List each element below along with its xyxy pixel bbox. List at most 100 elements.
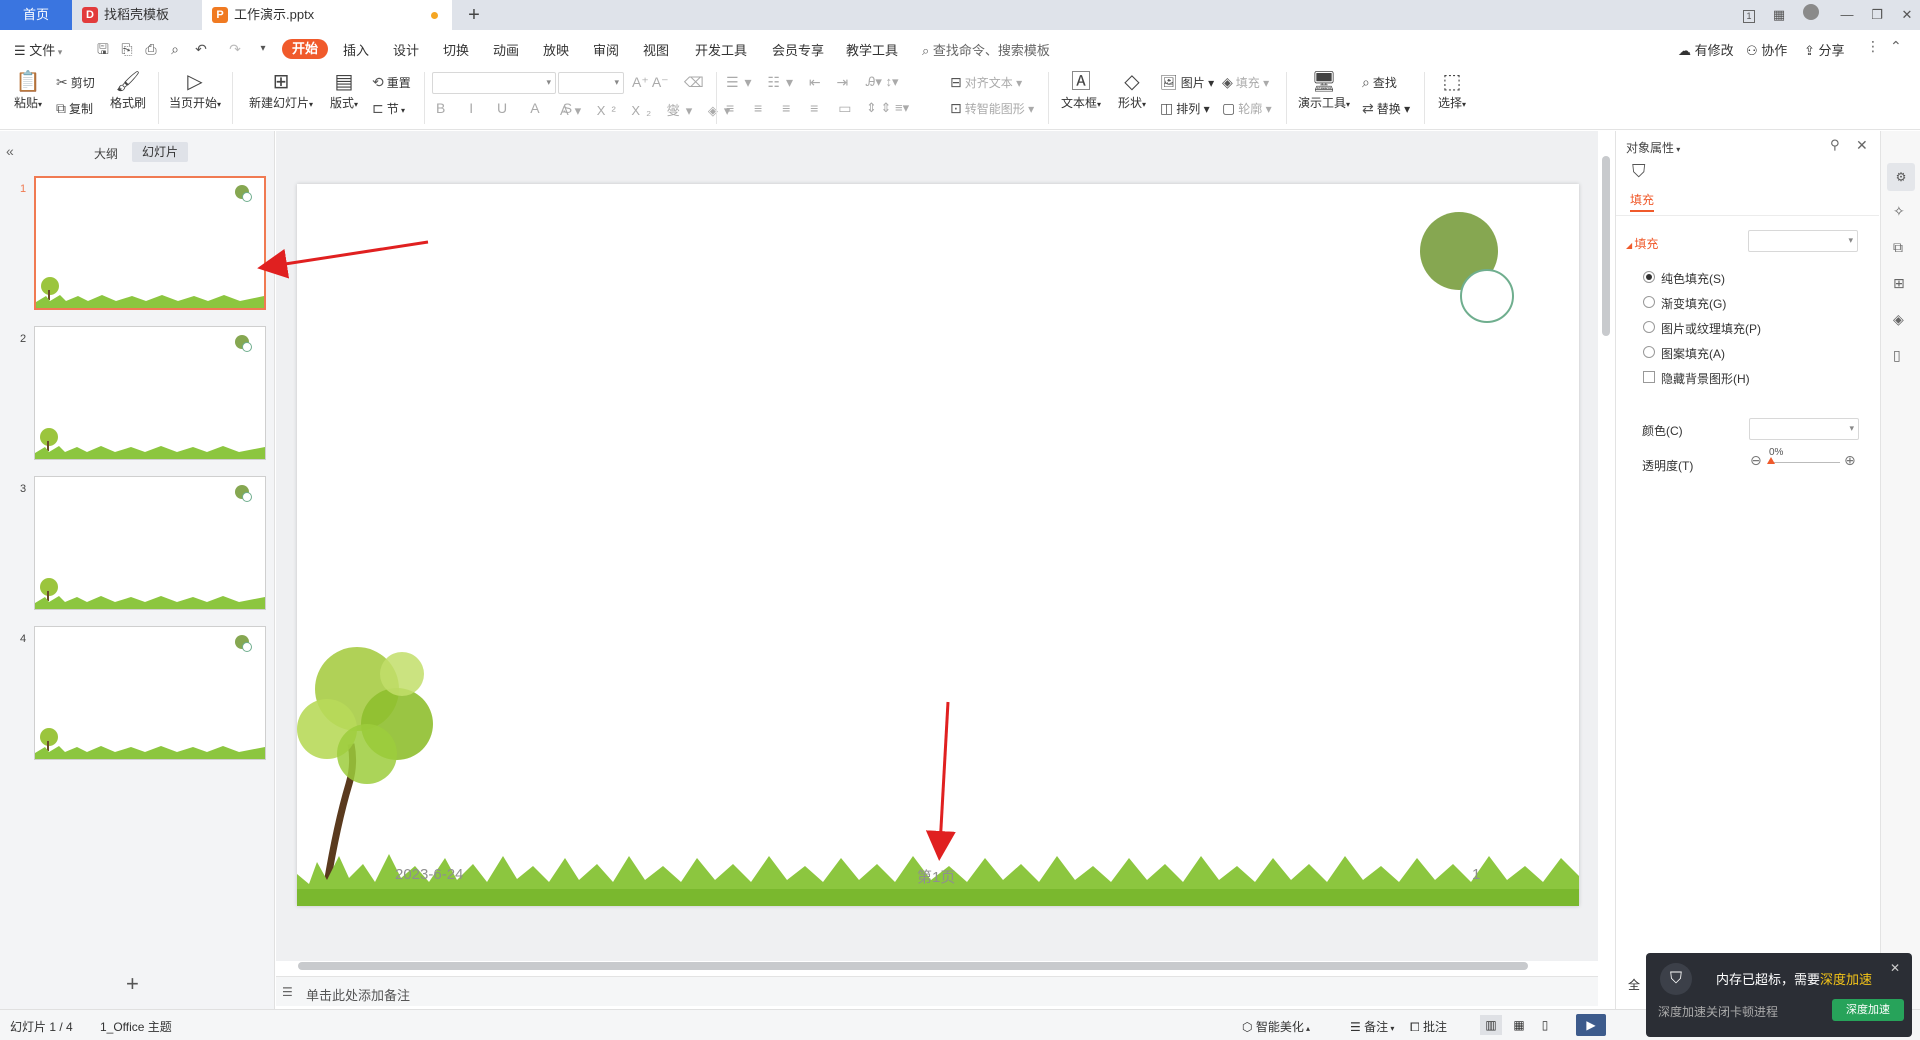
customize-quick-access-icon[interactable]: ▾ — [254, 40, 272, 58]
fill-button[interactable]: ◈ 填充 ▾ — [1222, 74, 1269, 91]
notes-bar[interactable]: ☰ 单击此处添加备注 — [276, 976, 1598, 1006]
smart-shape-button[interactable]: ⊡ 转智能图形 ▾ — [950, 100, 1034, 117]
undo-icon[interactable]: ↶ — [192, 40, 210, 58]
tab-transition[interactable]: 切换 — [443, 40, 469, 59]
tab-teaching-tools[interactable]: 教学工具 — [846, 40, 898, 59]
pattern-fill-label[interactable]: 图案填充(A) — [1661, 345, 1725, 362]
play-slideshow-button[interactable]: ▶ — [1576, 1014, 1606, 1036]
comments-button[interactable]: ⧠ 批注 — [1410, 1018, 1447, 1035]
present-tools-button[interactable]: 🖥 演示工具▾ — [1294, 70, 1354, 111]
deep-accelerate-button[interactable]: 深度加速 — [1832, 999, 1904, 1021]
redo-icon[interactable]: ↷ — [226, 40, 244, 58]
hide-background-label[interactable]: 隐藏背景图形(H) — [1661, 370, 1750, 387]
book-icon[interactable]: ▯ — [1893, 347, 1901, 364]
solid-fill-radio[interactable] — [1643, 271, 1655, 283]
grid-view-icon[interactable]: ▦ — [1768, 4, 1790, 26]
share-button[interactable]: ⇪ 分享 — [1804, 40, 1845, 59]
slide-number-placeholder[interactable]: 1 — [1472, 866, 1480, 883]
notes-toggle-button[interactable]: ☰ 备注 ▾ — [1350, 1018, 1394, 1035]
picture-fill-label[interactable]: 图片或纹理填充(P) — [1661, 320, 1761, 337]
close-window-button[interactable]: ✕ — [1896, 4, 1918, 26]
outline-button[interactable]: ▢ 轮廓 ▾ — [1222, 100, 1272, 117]
increase-font-icon[interactable]: A⁺ A⁻ — [632, 74, 669, 91]
smart-beautify-button[interactable]: ⬡ 智能美化 ▴ — [1242, 1018, 1310, 1035]
changes-button[interactable]: ☁ 有修改 — [1678, 40, 1734, 59]
layout-button[interactable]: ▤ 版式▾ — [324, 70, 364, 111]
close-panel-icon[interactable]: ✕ — [1856, 137, 1868, 154]
slide-thumbnail-2[interactable] — [34, 326, 266, 460]
vertical-scrollbar[interactable] — [1600, 138, 1612, 958]
find-button[interactable]: ⌕ 查找 — [1362, 74, 1397, 91]
collapse-ribbon-icon[interactable]: ⌃ — [1890, 38, 1902, 55]
shape-button[interactable]: ◇ 形状▾ — [1112, 70, 1152, 111]
user-avatar[interactable] — [1800, 4, 1822, 26]
new-tab-button[interactable]: + — [462, 3, 486, 27]
fill-bucket-icon[interactable]: ⛉ — [1632, 161, 1646, 182]
picture-button[interactable]: 🖼 图片 ▾ — [1160, 74, 1214, 91]
restore-button[interactable]: ❐ — [1866, 4, 1888, 26]
tab-developer[interactable]: 开发工具 — [695, 40, 747, 59]
location-icon[interactable]: ◈ — [1893, 311, 1904, 328]
transparency-slider[interactable] — [1768, 462, 1840, 463]
align-text-button[interactable]: ⊟ 对齐文本 ▾ — [950, 74, 1022, 91]
slides-tab[interactable]: 幻灯片 — [132, 142, 189, 162]
tab-member[interactable]: 会员专享 — [772, 40, 824, 59]
new-slide-button[interactable]: ⊞ 新建幻灯片▾ — [244, 70, 318, 111]
picture-fill-radio[interactable] — [1643, 321, 1655, 333]
line-spacing-button[interactable]: ⇕ ⇕ ≡▾ — [866, 100, 909, 116]
decrease-transparency-icon[interactable]: ⊖ — [1750, 452, 1762, 469]
slide-date[interactable]: 2023-6-24 — [395, 866, 463, 883]
slide-thumbnail-1[interactable] — [34, 176, 266, 310]
slide-thumbnail-3[interactable] — [34, 476, 266, 610]
play-from-current-button[interactable]: ▷ 当页开始▾ — [164, 70, 226, 111]
gradient-fill-label[interactable]: 渐变填充(G) — [1661, 295, 1726, 312]
normal-view-icon[interactable]: ▥ — [1480, 1015, 1502, 1035]
gradient-fill-radio[interactable] — [1643, 296, 1655, 308]
fill-section-header[interactable]: ◢ 填充 — [1626, 235, 1658, 252]
print-icon[interactable]: ⎙ — [142, 40, 160, 58]
tab-design[interactable]: 设计 — [393, 40, 419, 59]
tab-start[interactable]: 开始 — [282, 39, 329, 59]
print-preview-icon[interactable]: ⌕ — [166, 40, 184, 58]
arrange-button[interactable]: ◫ 排列 ▾ — [1160, 100, 1210, 117]
collapse-panel-icon[interactable]: « — [6, 143, 14, 159]
tab-animation[interactable]: 动画 — [493, 40, 519, 59]
theme-name[interactable]: 1_Office 主题 — [100, 1018, 172, 1035]
fill-type-select[interactable]: ▾ — [1748, 230, 1858, 252]
fill-tab[interactable]: 填充 — [1630, 191, 1655, 212]
template-icon[interactable]: ⊞ — [1893, 275, 1905, 292]
list-buttons[interactable]: ☰▾ ☷▾ ⇤ ⇥ — [726, 74, 854, 91]
slide-thumbnail-4[interactable] — [34, 626, 266, 760]
export-pdf-icon[interactable]: ⎘ — [118, 40, 136, 58]
add-slide-button[interactable]: + — [126, 971, 139, 997]
reading-view-icon[interactable]: ▯ — [1534, 1015, 1556, 1035]
reset-button[interactable]: ⟲ 重置 — [372, 74, 411, 91]
copy-button[interactable]: ⧉ 复制 — [56, 100, 93, 117]
solid-fill-label[interactable]: 纯色填充(S) — [1661, 270, 1725, 287]
sorter-view-icon[interactable]: ▦ — [1508, 1015, 1530, 1035]
collaborate-button[interactable]: ⚇ 协作 — [1746, 40, 1787, 59]
transparency-slider-handle[interactable] — [1767, 457, 1775, 464]
text-effects-buttons[interactable]: A▾ X² X₂ 燮▾ ◈▾ — [560, 100, 736, 119]
horizontal-scrollbar[interactable] — [290, 960, 1590, 972]
text-box-button[interactable]: 🄰 文本框▾ — [1058, 70, 1104, 111]
file-menu[interactable]: ☰ 文件 ▾ — [14, 40, 62, 59]
slide-page-label[interactable]: 第1页 — [917, 866, 955, 887]
color-select[interactable]: ▾ — [1749, 418, 1859, 440]
tab-review[interactable]: 审阅 — [593, 40, 619, 59]
multi-window-icon[interactable]: 1 — [1736, 4, 1762, 26]
tab-document[interactable]: P 工作演示.pptx — [202, 0, 452, 30]
more-icon[interactable]: ⋮ — [1866, 38, 1880, 55]
paragraph-align-buttons[interactable]: ≡ ≡ ≡ ≡ ▭ — [726, 100, 859, 117]
tab-home[interactable]: 首页 — [0, 0, 72, 30]
pin-icon[interactable]: ⚲ — [1830, 137, 1840, 153]
format-painter-button[interactable]: 🖌 格式刷 — [108, 70, 148, 111]
font-size-select[interactable]: ▾ — [558, 72, 624, 94]
text-direction-button[interactable]: Ꭿ▾ ↕▾ — [866, 74, 899, 90]
section-button[interactable]: ⊏ 节 ▾ — [372, 100, 405, 117]
transition-icon[interactable]: ⧉ — [1893, 239, 1903, 256]
select-button[interactable]: ⬚ 选择▾ — [1432, 70, 1472, 111]
pattern-fill-radio[interactable] — [1643, 346, 1655, 358]
increase-transparency-icon[interactable]: ⊕ — [1844, 452, 1856, 469]
tab-template[interactable]: D 找稻壳模板 — [72, 0, 200, 30]
